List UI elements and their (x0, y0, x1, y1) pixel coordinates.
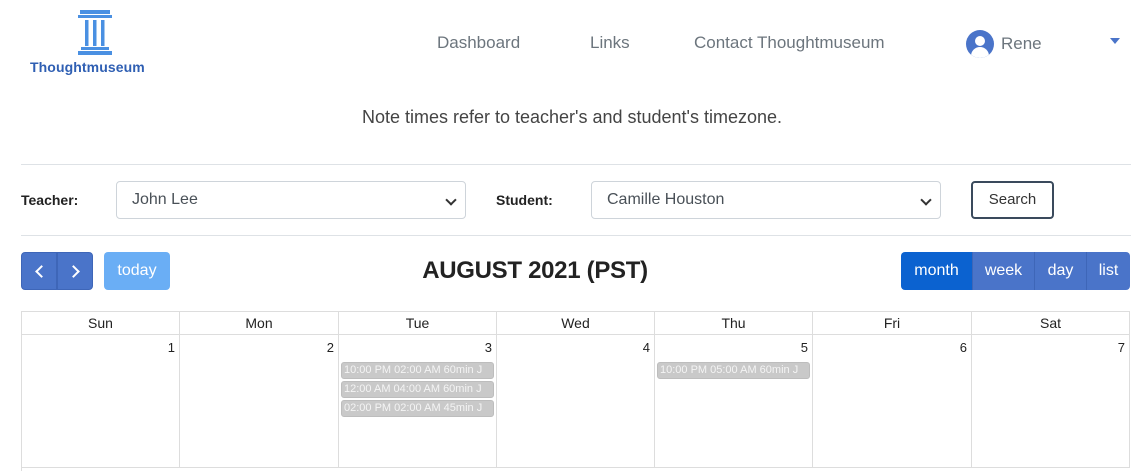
weekday-header: Thu (655, 312, 813, 335)
nav-contact[interactable]: Contact Thoughtmuseum (694, 32, 885, 54)
weekday-header: Wed (497, 312, 655, 335)
calendar-grid: Sun Mon Tue Wed Thu Fri Sat 1 2 3 10:00 … (21, 311, 1130, 471)
user-menu[interactable]: Rene (966, 30, 1042, 58)
brand-logo[interactable]: Thoughtmuseum (28, 10, 168, 76)
day-cell[interactable]: 7 (972, 335, 1130, 468)
user-name: Rene (1001, 34, 1042, 53)
calendar-event[interactable]: 10:00 PM 05:00 AM 60min J (657, 362, 810, 379)
teacher-select[interactable]: John Lee (116, 181, 466, 219)
teacher-label: Teacher: (21, 192, 79, 208)
teacher-select-value: John Lee (132, 191, 198, 208)
day-cell[interactable]: 4 (497, 335, 655, 468)
day-number[interactable]: 5 (801, 340, 808, 355)
student-select-value: Camille Houston (607, 191, 725, 208)
search-button[interactable]: Search (971, 181, 1054, 219)
calendar-event[interactable]: 10:00 PM 02:00 AM 60min J (341, 362, 494, 379)
student-label: Student: (496, 192, 553, 208)
chevron-down-icon (920, 194, 932, 206)
weekday-header: Mon (180, 312, 339, 335)
view-switcher: month week day list (901, 252, 1130, 290)
caret-down-icon[interactable] (1110, 38, 1120, 44)
calendar-event[interactable]: 02:00 PM 02:00 AM 45min J (341, 400, 494, 417)
weekday-header: Sun (22, 312, 180, 335)
chevron-down-icon (445, 194, 457, 206)
pillar-icon (78, 10, 112, 55)
student-select[interactable]: Camille Houston (591, 181, 941, 219)
weekday-header: Tue (339, 312, 497, 335)
day-number[interactable]: 6 (960, 340, 967, 355)
view-list-button[interactable]: list (1086, 252, 1130, 290)
day-cell[interactable]: 6 (813, 335, 972, 468)
nav-links[interactable]: Links (590, 32, 630, 54)
day-cell[interactable]: 2 (180, 335, 339, 468)
view-month-button[interactable]: month (901, 252, 972, 290)
divider (21, 235, 1131, 236)
divider (21, 164, 1131, 165)
day-number[interactable]: 3 (485, 340, 492, 355)
day-number[interactable]: 2 (327, 340, 334, 355)
calendar-event[interactable]: 12:00 AM 04:00 AM 60min J (341, 381, 494, 398)
day-cell[interactable]: 3 10:00 PM 02:00 AM 60min J 12:00 AM 04:… (339, 335, 497, 468)
user-avatar-icon (966, 30, 994, 58)
weekday-header: Fri (813, 312, 972, 335)
day-number[interactable]: 1 (168, 340, 175, 355)
day-cell[interactable]: 1 (22, 335, 180, 468)
day-number[interactable]: 7 (1118, 340, 1125, 355)
view-day-button[interactable]: day (1034, 252, 1086, 290)
timezone-note: Note times refer to teacher's and studen… (361, 107, 783, 127)
weekday-header: Sat (972, 312, 1130, 335)
brand-name: Thoughtmuseum (30, 59, 145, 75)
day-number[interactable]: 4 (643, 340, 650, 355)
day-cell[interactable]: 5 10:00 PM 05:00 AM 60min J (655, 335, 813, 468)
nav-dashboard[interactable]: Dashboard (437, 32, 520, 54)
view-week-button[interactable]: week (972, 252, 1034, 290)
